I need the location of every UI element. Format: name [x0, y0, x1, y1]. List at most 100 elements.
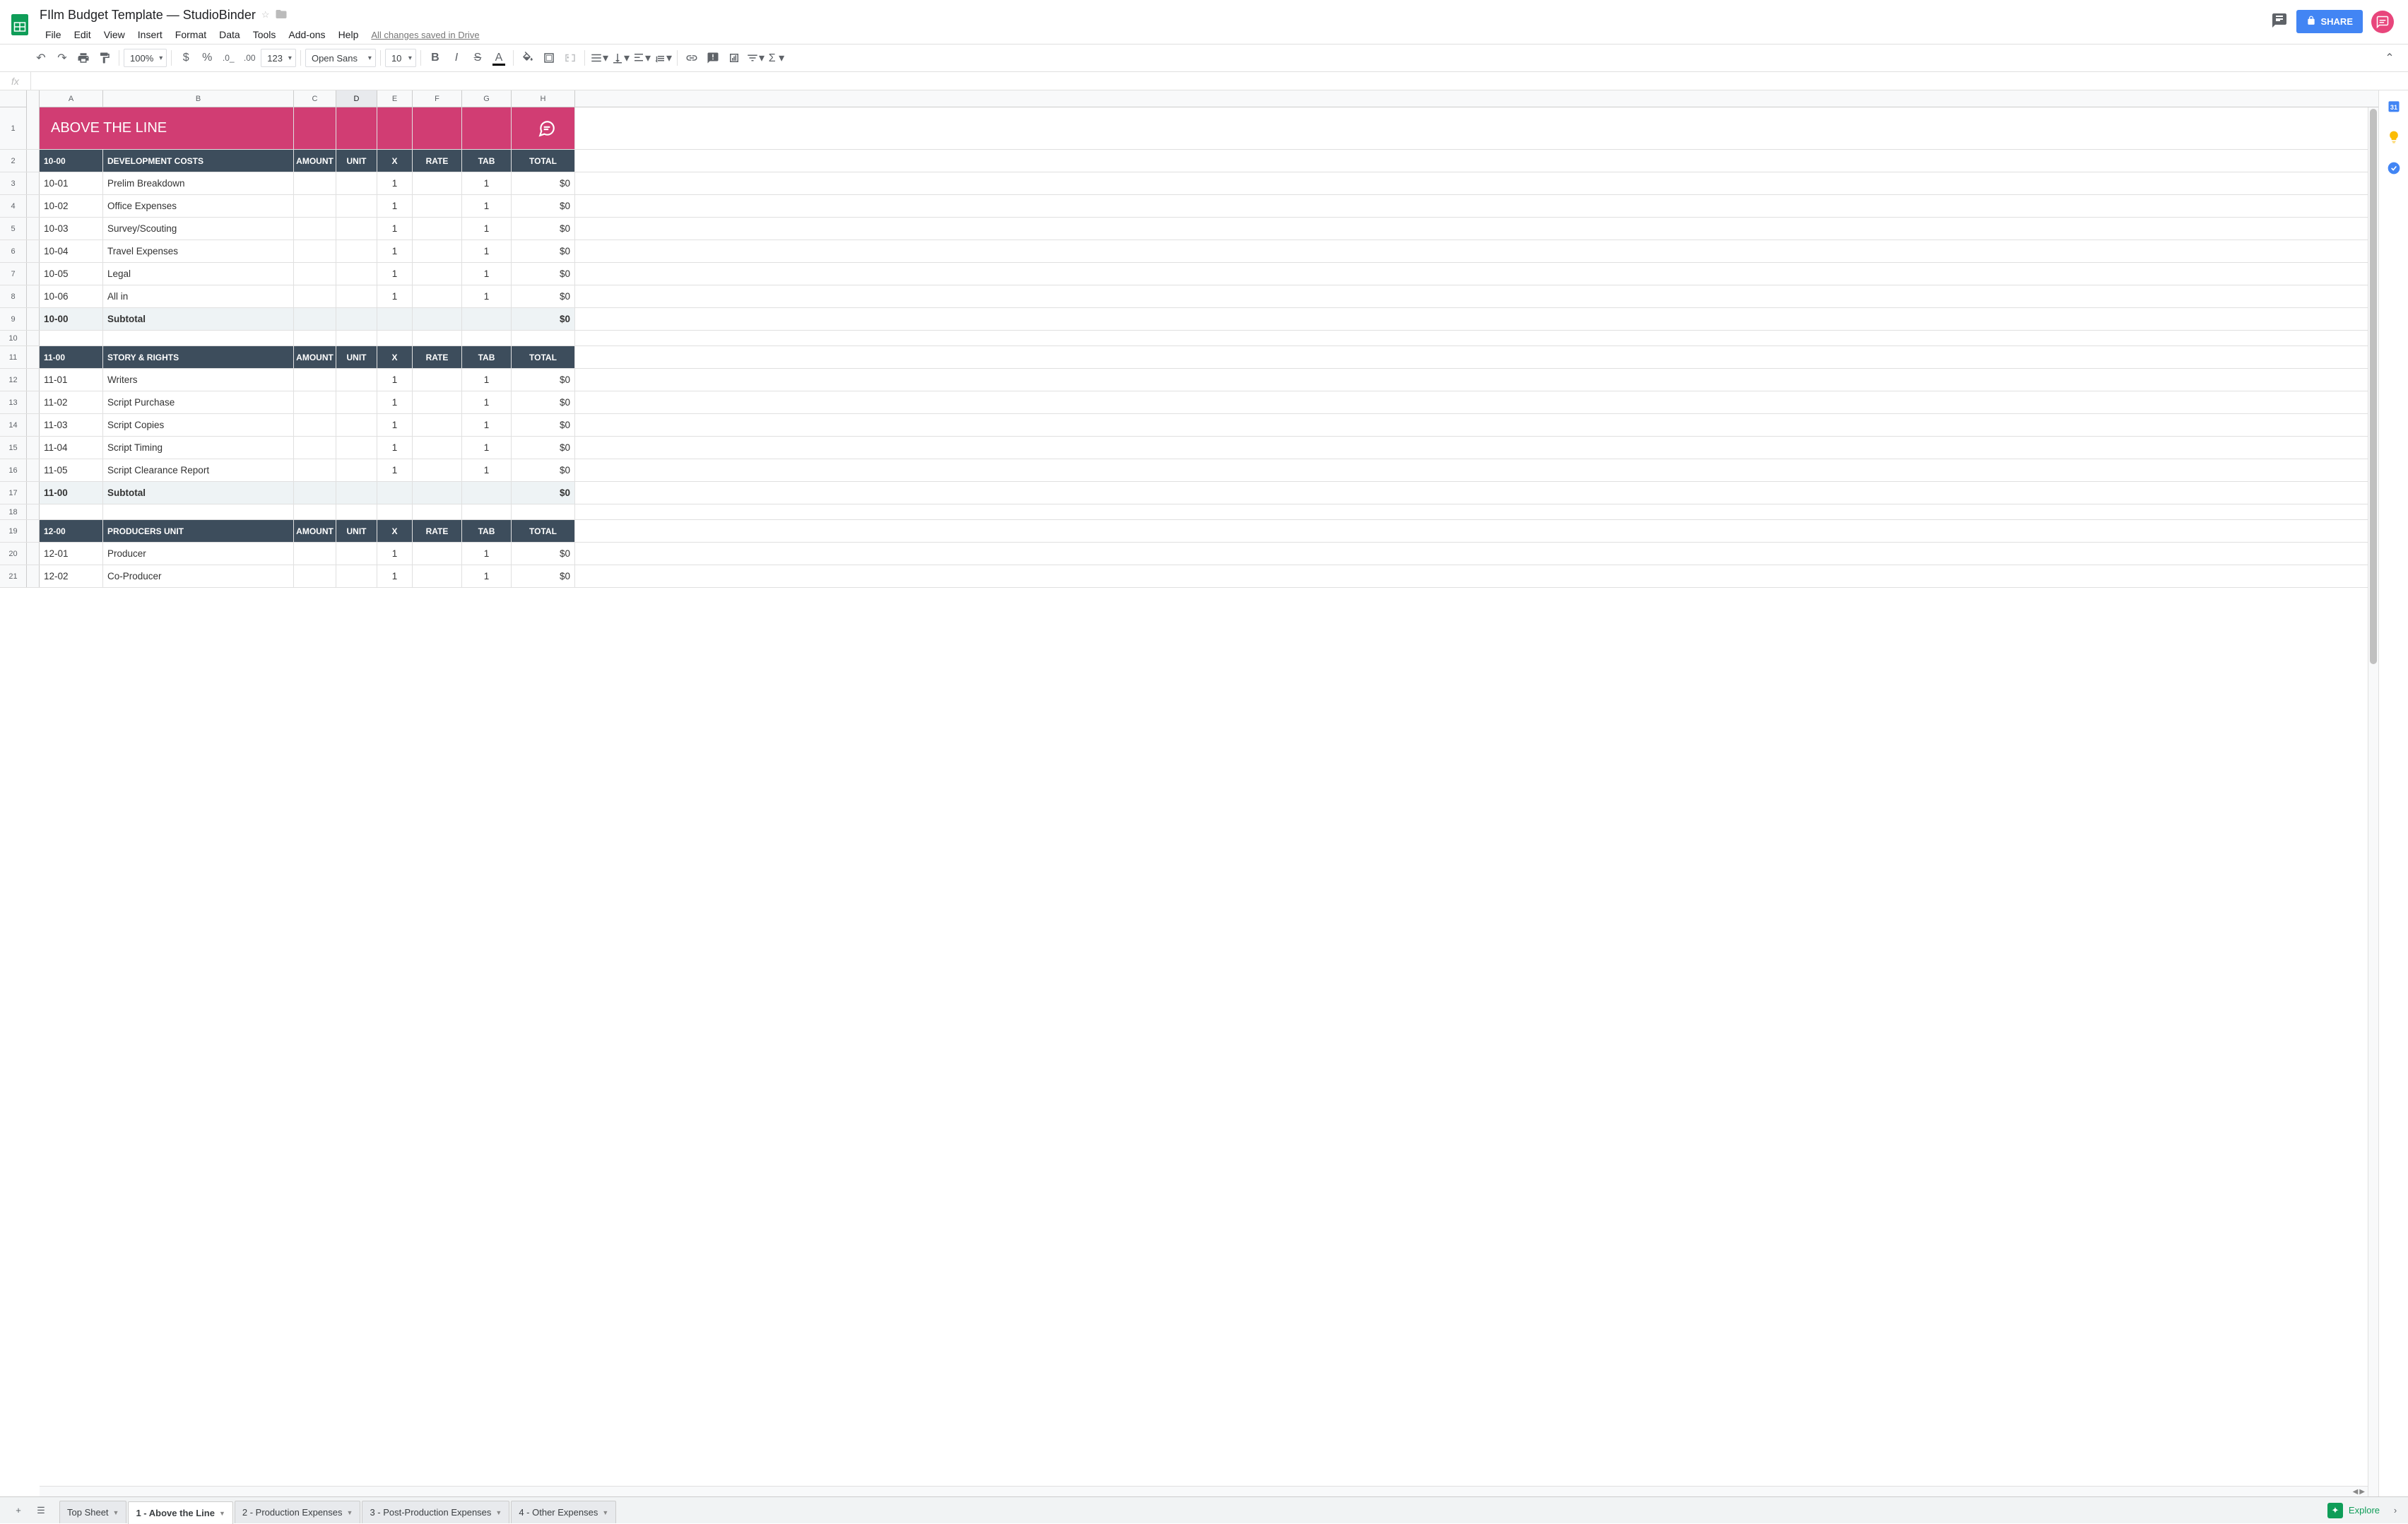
row-header[interactable]: 4	[0, 195, 27, 217]
functions-icon[interactable]: Σ ▾	[767, 48, 786, 68]
cell[interactable]	[413, 172, 462, 194]
cell[interactable]	[413, 263, 462, 285]
row-header[interactable]: 9	[0, 308, 27, 330]
banner-title-cell[interactable]: ABOVE THE LINE	[40, 107, 294, 149]
spreadsheet-grid[interactable]: A B C D E F G H 1 ABOVE THE LINE 2 10-00…	[0, 90, 2378, 1496]
cell[interactable]	[512, 504, 575, 519]
cell[interactable]: 11-00	[40, 482, 103, 504]
cell[interactable]	[336, 543, 377, 565]
text-wrap-icon[interactable]: ▾	[632, 48, 651, 68]
cell[interactable]	[413, 543, 462, 565]
cell[interactable]: TOTAL	[512, 150, 575, 172]
fill-color-icon[interactable]	[518, 48, 538, 68]
cell[interactable]	[294, 369, 336, 391]
cell[interactable]: TAB	[462, 520, 512, 542]
cell[interactable]	[294, 459, 336, 481]
cell[interactable]: RATE	[413, 150, 462, 172]
decrease-decimal-icon[interactable]: .0_	[218, 48, 238, 68]
formula-input[interactable]	[31, 72, 2408, 90]
cell[interactable]	[294, 331, 336, 345]
percent-icon[interactable]: %	[197, 48, 217, 68]
all-sheets-icon[interactable]: ☰	[33, 1502, 49, 1519]
sheet-tab[interactable]: 1 - Above the Line▼	[128, 1501, 232, 1524]
tab-dropdown-icon[interactable]: ▼	[602, 1509, 608, 1516]
cell[interactable]	[462, 504, 512, 519]
cell[interactable]: Travel Expenses	[103, 240, 294, 262]
cell[interactable]: $0	[512, 308, 575, 330]
add-sheet-icon[interactable]: +	[10, 1502, 27, 1519]
row-header[interactable]: 19	[0, 520, 27, 542]
cell[interactable]: TAB	[462, 346, 512, 368]
cell[interactable]: 11-01	[40, 369, 103, 391]
tab-dropdown-icon[interactable]: ▼	[347, 1509, 353, 1516]
cell[interactable]: 10-03	[40, 218, 103, 240]
cell[interactable]: $0	[512, 369, 575, 391]
cell[interactable]: RATE	[413, 346, 462, 368]
cell[interactable]: PRODUCERS UNIT	[103, 520, 294, 542]
cell[interactable]	[336, 285, 377, 307]
cell[interactable]: 10-04	[40, 240, 103, 262]
keep-icon[interactable]	[2387, 130, 2401, 144]
cell[interactable]	[413, 565, 462, 587]
cell[interactable]	[40, 331, 103, 345]
cell[interactable]: 10-06	[40, 285, 103, 307]
comments-icon[interactable]	[2271, 12, 2288, 31]
cell[interactable]: STORY & RIGHTS	[103, 346, 294, 368]
cell[interactable]: RATE	[413, 520, 462, 542]
cell[interactable]: 11-04	[40, 437, 103, 459]
cell[interactable]	[413, 285, 462, 307]
cell[interactable]: $0	[512, 172, 575, 194]
cell[interactable]: 11-03	[40, 414, 103, 436]
cell[interactable]	[512, 331, 575, 345]
cell[interactable]	[336, 240, 377, 262]
italic-icon[interactable]: I	[447, 48, 466, 68]
number-format-select[interactable]: 123	[261, 49, 296, 67]
cell[interactable]: Writers	[103, 369, 294, 391]
insert-link-icon[interactable]	[682, 48, 702, 68]
cell[interactable]: TOTAL	[512, 346, 575, 368]
cell[interactable]: 1	[377, 263, 413, 285]
cell[interactable]: 12-01	[40, 543, 103, 565]
horizontal-scrollbar[interactable]: ◀▶	[40, 1486, 2368, 1496]
cell[interactable]	[336, 504, 377, 519]
sheets-logo-icon[interactable]	[6, 6, 34, 44]
cell[interactable]: 1	[462, 565, 512, 587]
cell[interactable]: Legal	[103, 263, 294, 285]
cell[interactable]: $0	[512, 263, 575, 285]
cell[interactable]: 11-02	[40, 391, 103, 413]
cell[interactable]	[294, 263, 336, 285]
cell[interactable]: AMOUNT	[294, 520, 336, 542]
cell[interactable]: $0	[512, 543, 575, 565]
cell[interactable]: 1	[377, 543, 413, 565]
tab-dropdown-icon[interactable]: ▼	[495, 1509, 502, 1516]
account-badge-icon[interactable]	[2371, 11, 2394, 33]
vertical-scrollbar[interactable]	[2368, 107, 2378, 1496]
explore-button[interactable]: ✦ Explore	[2316, 1497, 2391, 1523]
menu-help[interactable]: Help	[333, 26, 365, 43]
currency-icon[interactable]: $	[176, 48, 196, 68]
cell[interactable]	[294, 391, 336, 413]
row-header[interactable]: 18	[0, 504, 27, 519]
cell[interactable]	[377, 308, 413, 330]
sheet-tab[interactable]: 2 - Production Expenses▼	[235, 1501, 361, 1523]
cell[interactable]: 1	[462, 414, 512, 436]
vertical-align-icon[interactable]: ▾	[610, 48, 630, 68]
cell[interactable]: $0	[512, 482, 575, 504]
row-header[interactable]: 8	[0, 285, 27, 307]
cell[interactable]: X	[377, 150, 413, 172]
cell[interactable]: 1	[462, 391, 512, 413]
cell[interactable]	[336, 369, 377, 391]
cell[interactable]: Survey/Scouting	[103, 218, 294, 240]
cell[interactable]: UNIT	[336, 520, 377, 542]
menu-tools[interactable]: Tools	[247, 26, 282, 43]
calendar-icon[interactable]: 31	[2387, 99, 2401, 113]
row-header[interactable]: 12	[0, 369, 27, 391]
cell[interactable]	[294, 437, 336, 459]
menu-addons[interactable]: Add-ons	[283, 26, 331, 43]
cell[interactable]	[294, 414, 336, 436]
merge-cells-icon[interactable]	[560, 48, 580, 68]
cell[interactable]: UNIT	[336, 346, 377, 368]
filter-icon[interactable]: ▾	[745, 48, 765, 68]
cell[interactable]: $0	[512, 285, 575, 307]
cell[interactable]: 1	[377, 218, 413, 240]
